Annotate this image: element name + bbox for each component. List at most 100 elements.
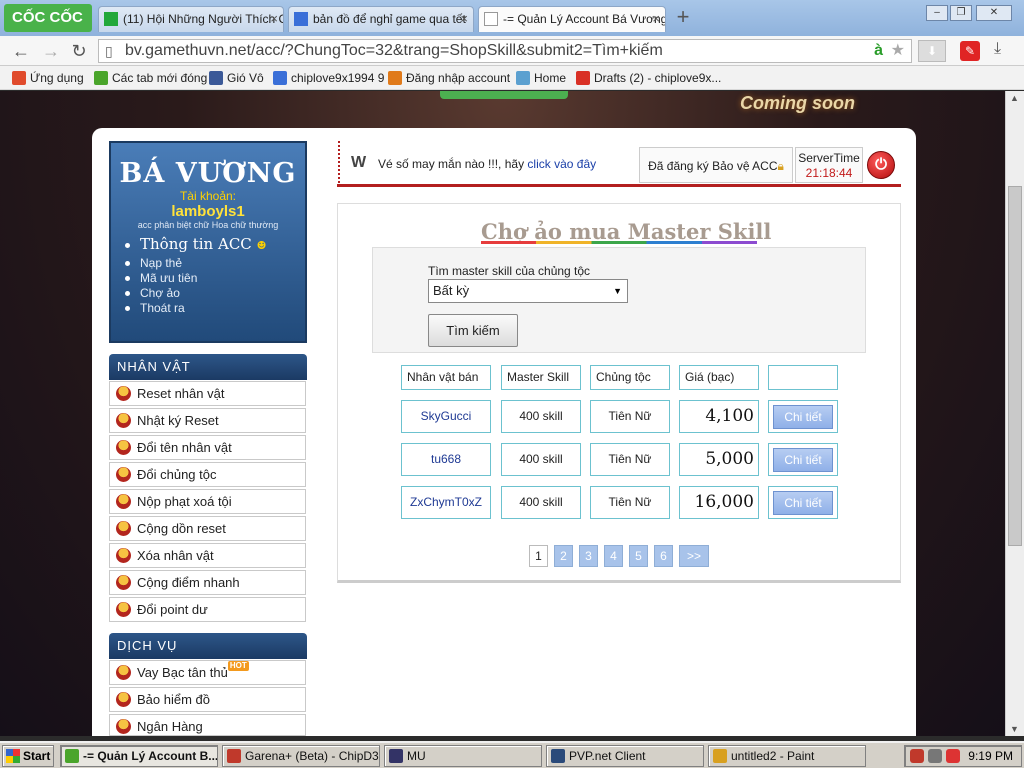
page-link-5[interactable]: 5 bbox=[629, 545, 648, 567]
bullet-icon bbox=[125, 306, 130, 312]
character-icon bbox=[116, 548, 131, 563]
tab-map[interactable]: bản đồ để nghỉ game qua tết × bbox=[288, 6, 474, 32]
menu-item-label: Đổi point dư bbox=[137, 602, 208, 617]
back-icon[interactable]: ← bbox=[10, 40, 32, 62]
taskbar-item-browser[interactable]: -= Quản Lý Account B... bbox=[60, 745, 218, 767]
detail-button[interactable]: Chi tiết bbox=[773, 491, 833, 515]
login-icon bbox=[388, 71, 402, 85]
tab-account[interactable]: -= Quản Lý Account Bá Vương × bbox=[478, 6, 666, 32]
menu-item-reset[interactable]: Reset nhân vật bbox=[109, 381, 306, 406]
menu-item-label: Cộng điểm nhanh bbox=[137, 575, 240, 590]
table-cell-action: Chi tiết bbox=[768, 400, 838, 433]
close-icon[interactable]: × bbox=[652, 7, 660, 31]
star-icon[interactable]: ★ bbox=[891, 40, 905, 62]
menu-topup[interactable]: Nạp thẻ bbox=[125, 256, 305, 271]
tray-volume-icon[interactable] bbox=[928, 749, 942, 763]
page-link-2[interactable]: 2 bbox=[554, 545, 573, 567]
menu-item-stack-reset[interactable]: Cộng dồn reset bbox=[109, 516, 306, 541]
race-filter-label: Tìm master skill của chủng tộc bbox=[428, 264, 591, 278]
taskbar-label: Garena+ (Beta) - ChipD3... bbox=[245, 749, 380, 763]
menu-item-label: Vay Bạc tân thủ bbox=[137, 665, 228, 680]
scroll-up-icon[interactable]: ▲ bbox=[1010, 93, 1019, 103]
download-arrow-icon[interactable]: ⤓ bbox=[994, 40, 1001, 58]
bookmark-apps[interactable]: Ứng dụng bbox=[12, 70, 84, 86]
account-label: Tài khoản: bbox=[179, 189, 237, 203]
taskbar-item-pvp[interactable]: PVP.net Client bbox=[546, 745, 704, 767]
close-icon[interactable]: × bbox=[460, 7, 468, 31]
menu-item-bank[interactable]: Ngân Hàng bbox=[109, 714, 306, 736]
emoticon-icon: ☻ bbox=[256, 239, 267, 252]
character-icon bbox=[116, 719, 131, 734]
taskbar-label: PVP.net Client bbox=[569, 749, 646, 763]
bookmark-chiplove[interactable]: chiplove9x1994 9 bbox=[273, 70, 384, 86]
menu-label: Chợ ảo bbox=[140, 286, 180, 300]
close-window-icon[interactable]: ✕ bbox=[976, 5, 1012, 21]
detail-button[interactable]: Chi tiết bbox=[773, 448, 833, 472]
reload-icon[interactable]: ↻ bbox=[68, 40, 90, 62]
bookmark-gio-vo[interactable]: Gió Vô bbox=[209, 70, 264, 86]
account-note: acc phân biệt chữ Hoa chữ thường bbox=[137, 220, 279, 230]
bookmark-drafts[interactable]: Drafts (2) - chiplove9x... bbox=[576, 70, 721, 86]
lottery-link[interactable]: click vào đây bbox=[527, 157, 596, 171]
tab-label: bản đồ để nghỉ game qua tết bbox=[313, 12, 466, 26]
scrollbar-thumb[interactable] bbox=[1008, 186, 1022, 546]
menu-label: Nạp thẻ bbox=[140, 256, 183, 270]
menu-item-excess-points[interactable]: Đổi point dư bbox=[109, 597, 306, 622]
menu-item-insurance[interactable]: Bảo hiểm đồ bbox=[109, 687, 306, 712]
page-link-6[interactable]: 6 bbox=[654, 545, 673, 567]
bookmark-login[interactable]: Đăng nhập account bbox=[388, 70, 510, 86]
menu-item-label: Reset nhân vật bbox=[137, 386, 225, 401]
taskbar-item-garena[interactable]: Garena+ (Beta) - ChipD3... bbox=[222, 745, 380, 767]
menu-account-info[interactable]: Thông tin ACC ☻ bbox=[125, 234, 305, 256]
power-logout-icon[interactable]: ⏻ bbox=[867, 151, 895, 179]
character-icon bbox=[116, 440, 131, 455]
tab-facebook[interactable]: (11) Hội Những Người Thích C × bbox=[98, 6, 284, 32]
scroll-down-icon[interactable]: ▼ bbox=[1010, 724, 1019, 734]
menu-item-change-race[interactable]: Đổi chủng tộc bbox=[109, 462, 306, 487]
page-link-3[interactable]: 3 bbox=[579, 545, 598, 567]
taskbar-label: -= Quản Lý Account B... bbox=[83, 749, 218, 763]
character-icon bbox=[116, 521, 131, 536]
taskbar-item-mu[interactable]: MU bbox=[384, 745, 542, 767]
bookmark-home[interactable]: Home bbox=[516, 70, 566, 86]
menu-item-pay-fine[interactable]: Nộp phạt xoá tội bbox=[109, 489, 306, 514]
tray-antivirus-icon[interactable] bbox=[946, 749, 960, 763]
table-cell-seller: ZxChymT0xZ bbox=[401, 486, 491, 519]
page-link-4[interactable]: 4 bbox=[604, 545, 623, 567]
chevron-down-icon: ▼ bbox=[613, 286, 622, 296]
page-link-1[interactable]: 1 bbox=[529, 545, 548, 567]
detail-button[interactable]: Chi tiết bbox=[773, 405, 833, 429]
ticket-edge bbox=[338, 141, 348, 187]
menu-label: Thông tin ACC bbox=[140, 235, 252, 253]
coccoc-icon[interactable]: à bbox=[874, 40, 883, 62]
menu-item-delete[interactable]: Xóa nhân vật bbox=[109, 543, 306, 568]
menu-logout[interactable]: Thoát ra bbox=[125, 301, 305, 316]
minimize-icon[interactable]: – bbox=[926, 5, 948, 21]
race-select[interactable]: Bất kỳ ▼ bbox=[428, 279, 628, 303]
menu-priority-code[interactable]: Mã ưu tiên bbox=[125, 271, 305, 286]
close-icon[interactable]: × bbox=[270, 7, 278, 31]
download-button-icon[interactable]: ⬇ bbox=[918, 40, 946, 62]
title-underline bbox=[481, 241, 757, 244]
menu-item-quick-points[interactable]: Cộng điểm nhanh bbox=[109, 570, 306, 595]
bookmark-label: Home bbox=[534, 71, 567, 85]
maximize-icon[interactable]: ❐ bbox=[950, 5, 972, 21]
forward-icon[interactable]: → bbox=[40, 40, 62, 62]
new-tab-plus-icon[interactable]: + bbox=[670, 6, 696, 30]
tab-label: (11) Hội Những Người Thích C bbox=[123, 12, 284, 26]
page-scrollbar[interactable]: ▲ ▼ bbox=[1005, 91, 1024, 736]
browser-logo[interactable]: CỐC CỐC bbox=[4, 4, 92, 32]
start-button[interactable]: Start bbox=[2, 745, 54, 767]
menu-item-rename[interactable]: Đổi tên nhân vật bbox=[109, 435, 306, 460]
banner-tab bbox=[440, 91, 568, 99]
menu-item-reset-log[interactable]: Nhật ký Reset bbox=[109, 408, 306, 433]
tray-app-icon[interactable] bbox=[910, 749, 924, 763]
menu-market[interactable]: Chợ ảo bbox=[125, 286, 305, 301]
url-input[interactable]: ▯ bv.gamethuvn.net/acc/?ChungToc=32&tran… bbox=[98, 39, 912, 63]
extension-icon[interactable]: ✎ bbox=[960, 41, 980, 61]
bookmark-closed-tabs[interactable]: Các tab mới đóng bbox=[94, 70, 207, 86]
page-link-next[interactable]: >> bbox=[679, 545, 709, 567]
taskbar-item-paint[interactable]: untitled2 - Paint bbox=[708, 745, 866, 767]
search-button[interactable]: Tìm kiếm bbox=[428, 314, 518, 347]
menu-item-loan[interactable]: Vay Bạc tân thủ HOT bbox=[109, 660, 306, 685]
